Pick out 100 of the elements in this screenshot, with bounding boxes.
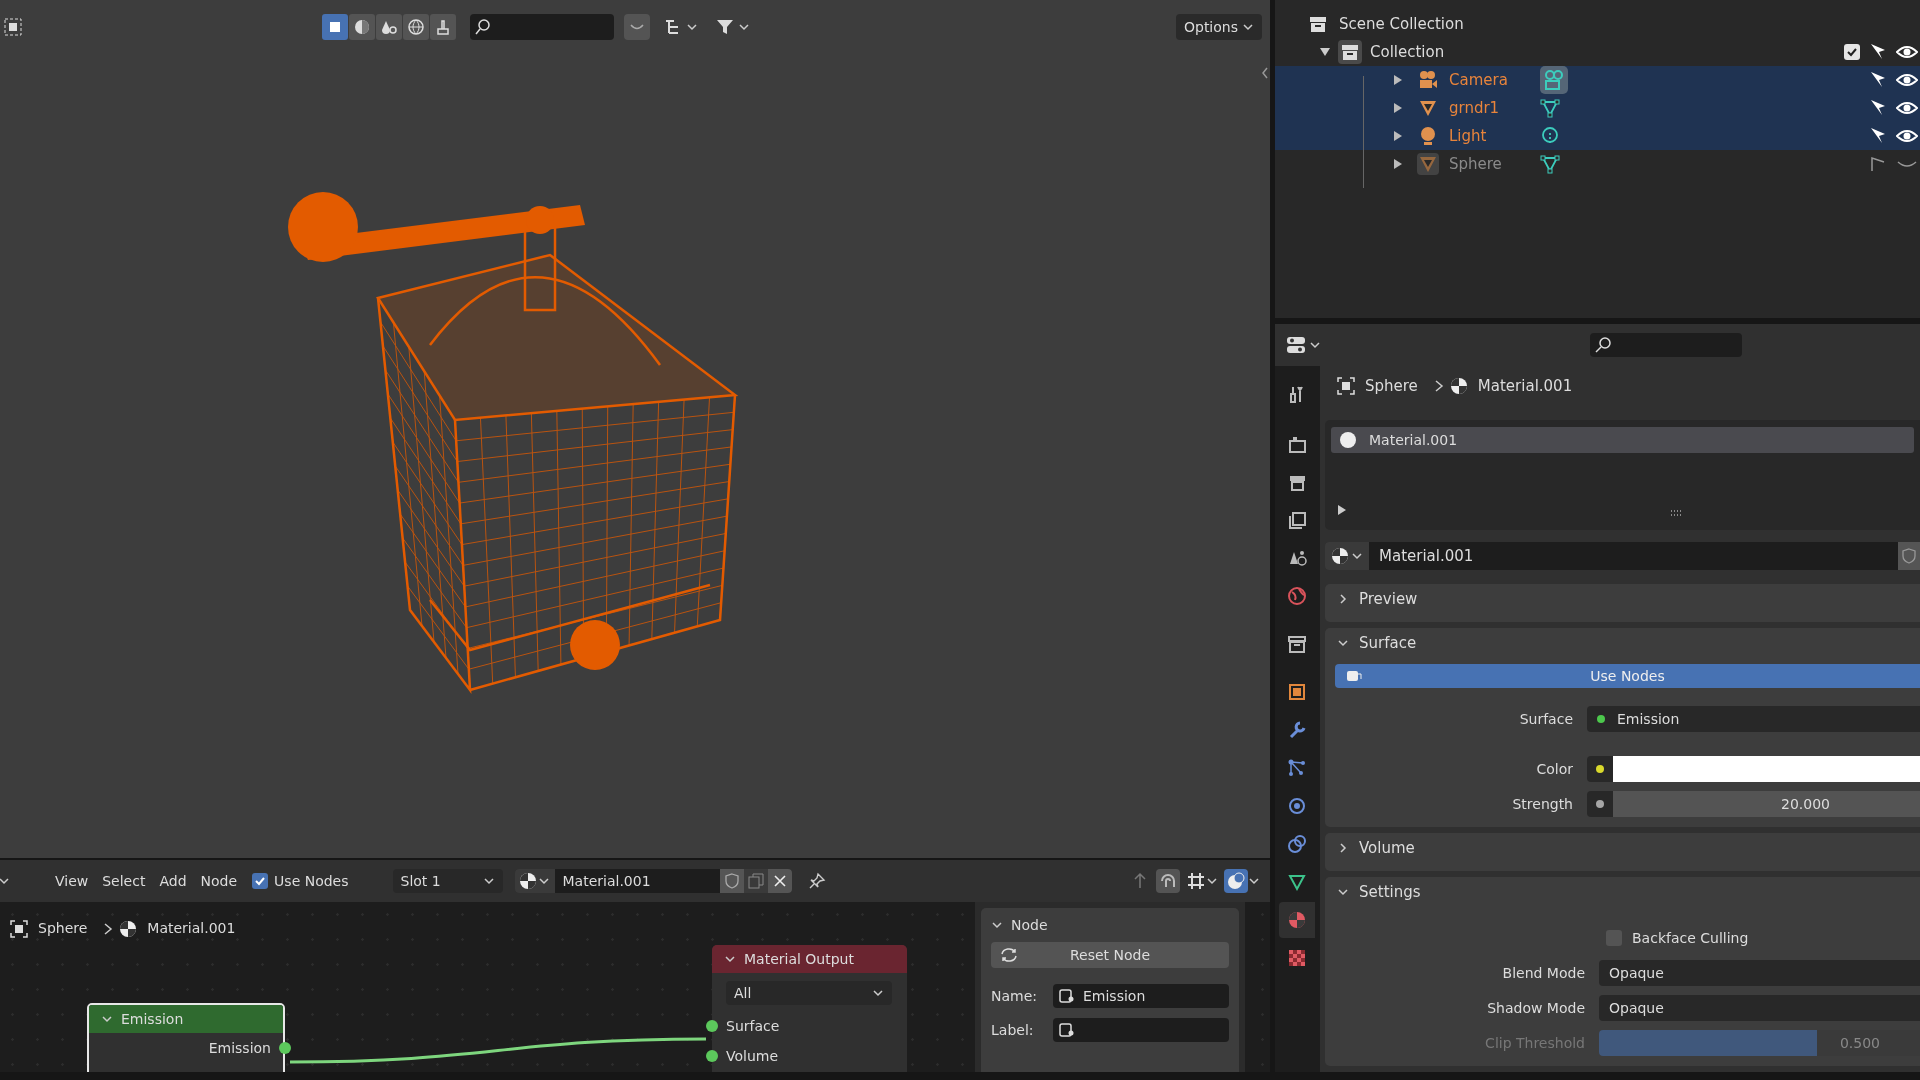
number-field[interactable]: 20.000 (1613, 791, 1920, 817)
checkmark-icon (254, 875, 267, 887)
slot-name: Material.001 (1369, 430, 1458, 450)
cone-sphere-icon (1287, 548, 1307, 568)
breadcrumb-item: Sphere (1365, 375, 1418, 397)
node-icon (1059, 988, 1075, 1004)
checkbox-label: Backface Culling (1632, 928, 1749, 948)
field-label: Name: (991, 986, 1039, 1006)
panel-header[interactable]: Surface (1325, 628, 1920, 658)
chevron-down-icon (686, 21, 698, 33)
menu-item[interactable]: Node (193, 870, 245, 892)
object-name: Camera (1449, 69, 1509, 91)
expand-triangle-down-icon[interactable] (1320, 47, 1330, 57)
material-browse-button[interactable] (514, 869, 555, 893)
checkbox[interactable] (252, 873, 269, 889)
particles-icon (1287, 758, 1307, 778)
box-icon (1287, 634, 1307, 654)
shader-node[interactable]: Material Output All Surface Volume (712, 945, 907, 1072)
search-field[interactable] (1590, 333, 1742, 357)
outliner-row[interactable]: Sphere (1275, 150, 1920, 178)
chevron-down-icon (482, 875, 495, 887)
shield-icon (1902, 548, 1916, 564)
material-sphere-icon (1331, 547, 1349, 565)
sidebar-panel-header[interactable]: Node (991, 908, 1229, 942)
menu-item[interactable]: Select (95, 870, 153, 892)
outliner-row[interactable]: Light (1275, 122, 1920, 150)
globe-icon (1287, 586, 1307, 606)
vertex-triangle-icon (1539, 97, 1561, 119)
chevron-down-icon (1309, 339, 1321, 351)
globe-icon (406, 17, 426, 37)
menu-item[interactable]: View (48, 870, 96, 892)
vertex-triangle-icon (1539, 153, 1561, 175)
outliner-item[interactable]: Scene Collection (1339, 12, 1464, 36)
socket-label: Volume (726, 1046, 779, 1066)
link-ring-icon (1287, 834, 1307, 854)
chevron-down-icon (1351, 550, 1363, 562)
outliner-row[interactable]: Camera (1275, 66, 1920, 94)
shading-toggle[interactable] (322, 14, 348, 40)
material-sphere-icon (119, 919, 138, 938)
material-name-field[interactable]: Material.001 (1369, 542, 1898, 570)
property-label: Blend Mode (1501, 963, 1585, 983)
shading-toggle[interactable] (403, 14, 429, 40)
material-browse-button[interactable] (1325, 542, 1369, 570)
triangle-right-icon (1393, 159, 1403, 169)
field-label: Label: (991, 1020, 1035, 1040)
mode-dropdown[interactable]: Opaque (1599, 960, 1920, 986)
shading-toggle[interactable] (376, 14, 402, 40)
checkbox-label: Use Nodes (274, 871, 349, 891)
checkbox[interactable] (1844, 44, 1860, 60)
properties-tab[interactable] (1279, 902, 1315, 938)
use-nodes-button[interactable]: Use Nodes (1335, 664, 1920, 688)
grid-snap-icon (1186, 871, 1206, 891)
options-dropdown[interactable]: Options (1175, 14, 1262, 40)
socket-label: Surface (726, 1016, 780, 1036)
vertex-triangle-icon (1287, 872, 1307, 892)
material-slot[interactable]: Material.001 (1331, 427, 1914, 453)
chevron-right-icon (1337, 842, 1349, 854)
triangle-down-icon (1320, 47, 1330, 57)
chevron-down-icon (1206, 875, 1218, 887)
target-dropdown[interactable]: All (726, 981, 892, 1005)
name-field[interactable]: Emission (1053, 984, 1229, 1008)
property-label: Clip Threshold (1484, 1033, 1585, 1053)
shading-toggle[interactable] (349, 14, 375, 40)
reset-node-button[interactable]: Reset Node (991, 942, 1229, 968)
shader-node[interactable]: Emission Emission (87, 1003, 285, 1072)
resize-grip-icon (1670, 510, 1684, 516)
slot-dropdown[interactable]: Slot 1 (392, 869, 503, 893)
wrench-icon (1287, 720, 1307, 740)
filter-icon (716, 18, 734, 36)
chevron-down-icon (738, 21, 750, 33)
node-title-bar[interactable]: Emission (89, 1005, 283, 1033)
shading-toggle[interactable] (430, 14, 456, 40)
property-label: Color (1535, 759, 1573, 779)
material-name-field[interactable]: Material.001 (554, 869, 720, 893)
color-swatch[interactable] (1613, 756, 1920, 782)
object-name: Light (1449, 125, 1488, 147)
pin-icon (807, 872, 826, 890)
shield-icon (724, 873, 739, 889)
triangle-right-icon (1393, 75, 1403, 85)
filter-toggle[interactable] (624, 14, 650, 40)
panel-header[interactable]: Settings (1325, 877, 1920, 907)
object-name: Sphere (1449, 153, 1503, 175)
chevron-down-icon (1242, 21, 1254, 33)
menu-item[interactable]: Add (152, 870, 194, 892)
label-field[interactable] (1053, 1018, 1229, 1042)
close-icon (772, 874, 787, 888)
triangle-right-icon (1393, 103, 1403, 113)
object-name: grndr1 (1449, 97, 1501, 119)
editor-type-dropdown[interactable] (1285, 335, 1321, 355)
play-triangle-icon (1337, 505, 1347, 515)
outliner-row[interactable]: grndr1 (1275, 94, 1920, 122)
chevron-down-icon (724, 953, 736, 965)
chevron-right-icon (1337, 593, 1349, 605)
shader-dropdown[interactable]: Emission (1587, 706, 1920, 732)
breadcrumb-item: Material.001 (1477, 375, 1573, 397)
mode-dropdown[interactable]: Opaque (1599, 995, 1920, 1021)
material-sphere-icon (1287, 910, 1307, 930)
search-field[interactable] (470, 14, 614, 40)
outliner-item[interactable]: Collection (1370, 40, 1445, 64)
node-title-bar[interactable]: Material Output (712, 945, 907, 973)
